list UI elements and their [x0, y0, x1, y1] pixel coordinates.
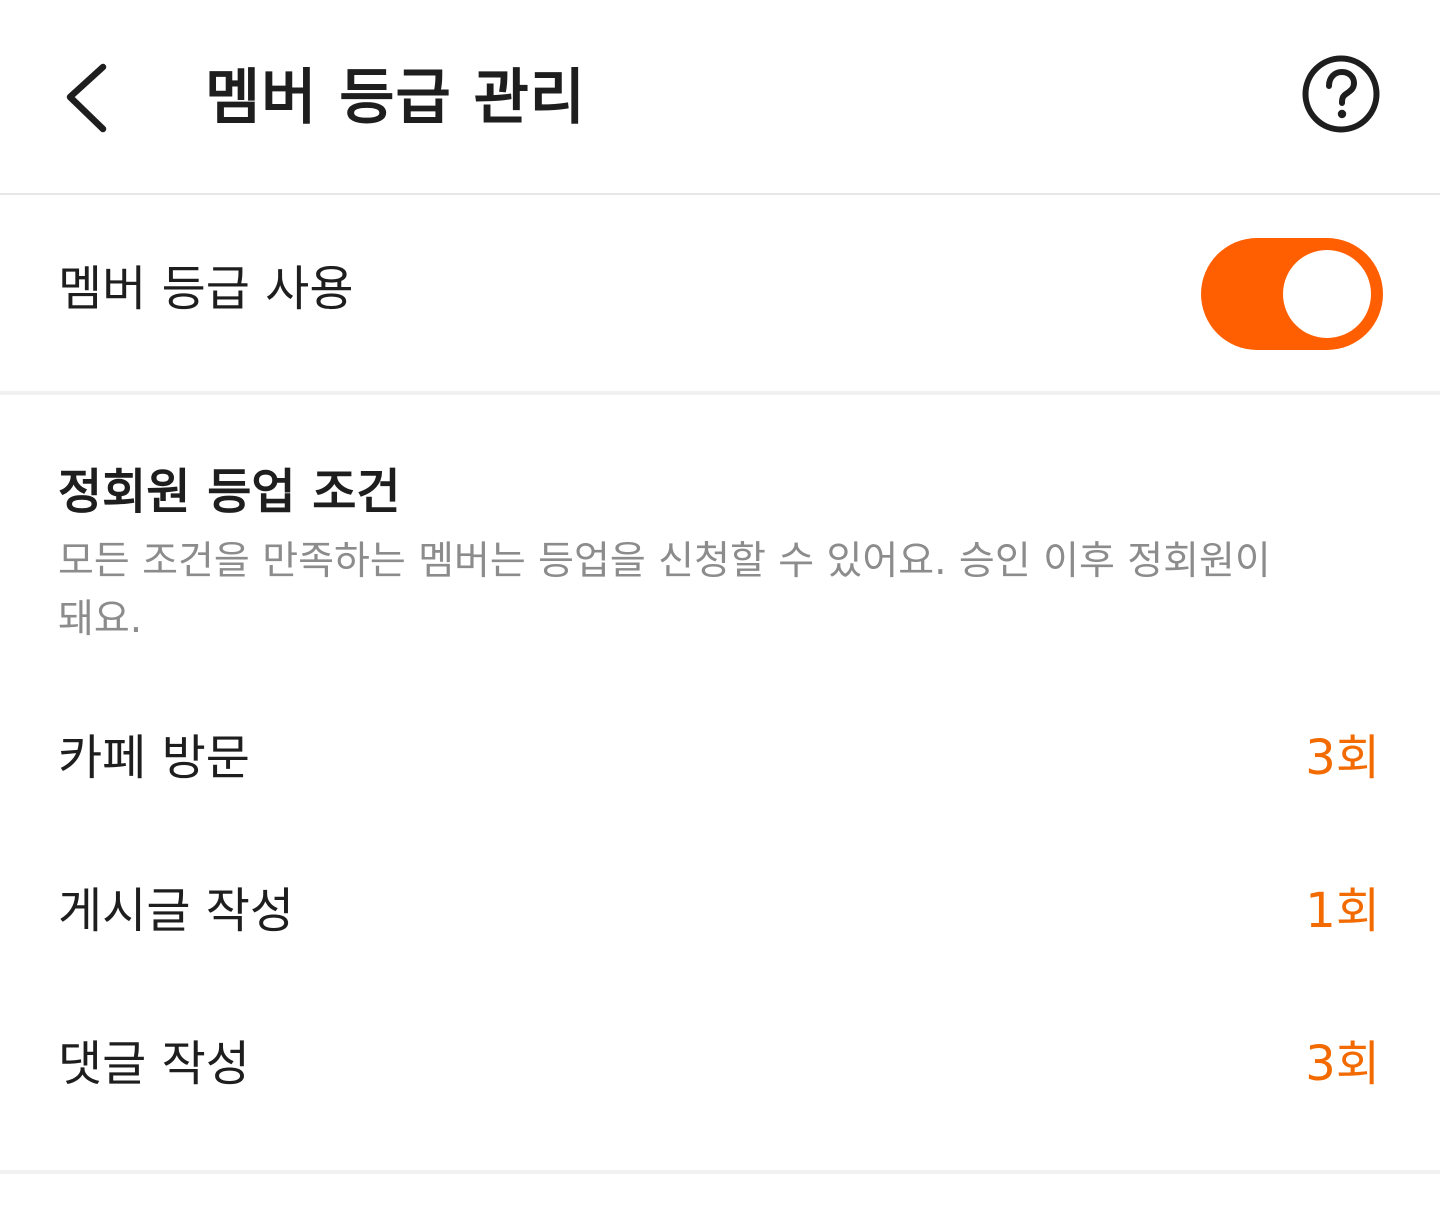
back-button[interactable] — [48, 52, 138, 142]
condition-row-comment-write[interactable]: 댓글 작성 3회 — [0, 1004, 1440, 1124]
member-grade-toggle-switch[interactable] — [1201, 238, 1383, 350]
condition-value[interactable]: 3회 — [1305, 726, 1380, 790]
member-grade-toggle-row: 멤버 등급 사용 — [0, 195, 1440, 395]
condition-label: 게시글 작성 — [58, 883, 295, 939]
condition-label: 카페 방문 — [58, 730, 250, 786]
page-title: 멤버 등급 관리 — [205, 63, 586, 133]
toggle-knob — [1283, 250, 1371, 338]
condition-row-post-write[interactable]: 게시글 작성 1회 — [0, 851, 1440, 971]
condition-label: 댓글 작성 — [58, 1036, 250, 1092]
bottom-divider — [0, 1170, 1440, 1174]
chevron-left-icon — [66, 63, 107, 133]
member-grade-toggle-label: 멤버 등급 사용 — [58, 261, 354, 317]
section-description: 모든 조건을 만족하는 멤버는 등업을 신청할 수 있어요. 승인 이후 정회원… — [58, 539, 1271, 642]
help-button[interactable] — [1300, 53, 1382, 135]
condition-value[interactable]: 1회 — [1305, 879, 1380, 943]
condition-row-cafe-visit[interactable]: 카페 방문 3회 — [0, 698, 1440, 818]
question-circle-icon — [1302, 55, 1380, 133]
top-app-bar: 멤버 등급 관리 — [0, 0, 1440, 195]
condition-value[interactable]: 3회 — [1305, 1032, 1380, 1096]
section-title: 정회원 등업 조건 — [58, 464, 401, 520]
